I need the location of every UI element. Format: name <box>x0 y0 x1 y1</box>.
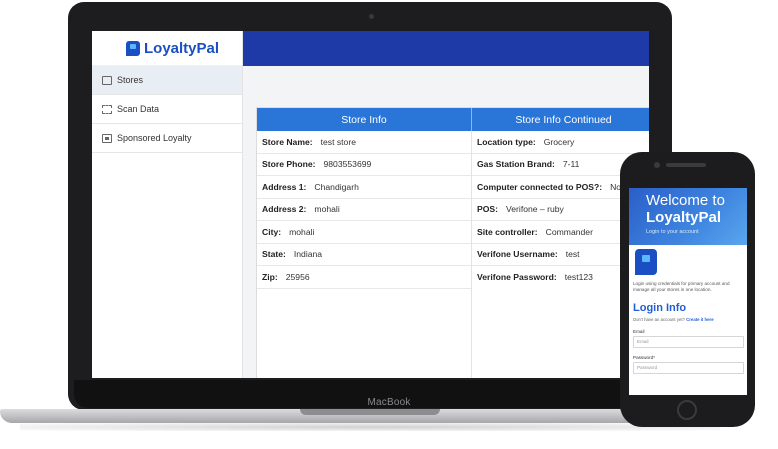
header-store-info: Store Info <box>257 108 472 131</box>
phone-screen: Welcome to LoyaltyPal Login to your acco… <box>629 188 747 395</box>
field-value: 9803553699 <box>323 159 372 170</box>
table-viewport: Store Info Store Info Continued Store Na… <box>92 31 649 378</box>
table-spacer <box>257 289 471 379</box>
field-value: Verifone – ruby <box>506 204 564 215</box>
password-label: Password* <box>633 355 655 360</box>
field-label: Address 2: <box>262 204 307 215</box>
table-row: City: mohali <box>257 221 471 244</box>
laptop-shadow <box>20 423 720 431</box>
field-value: test123 <box>564 272 593 283</box>
table-row: Store Phone: 9803553699 <box>257 154 471 176</box>
phone-speaker <box>666 163 706 167</box>
table-row: Address 2: mohali <box>257 199 471 221</box>
field-label: Address 1: <box>262 181 307 192</box>
field-value: Chandigarh <box>314 181 359 192</box>
email-label: Email <box>633 329 645 334</box>
field-label: Location type: <box>477 136 536 147</box>
field-label: Verifone Username: <box>477 249 558 260</box>
field-value: test <box>565 249 580 260</box>
header-store-info-continued: Store Info Continued <box>515 113 612 126</box>
table-body: Store Name: test store Store Phone: 980355… <box>257 131 649 378</box>
field-label: Site controller: <box>477 226 538 237</box>
field-label: State: <box>262 249 286 260</box>
field-value: mohali <box>289 226 315 237</box>
welcome-hero: Welcome to LoyaltyPal Login to your acco… <box>629 188 747 245</box>
field-label: Computer connected to POS?: <box>477 181 603 192</box>
laptop-camera <box>369 14 374 19</box>
field-value: Commander <box>545 226 593 237</box>
table-header: Store Info Store Info Continued <box>257 108 649 131</box>
field-label: Verifone Password: <box>477 272 557 283</box>
loyaltypal-logo-icon <box>635 249 657 275</box>
password-field[interactable]: Password <box>633 362 744 374</box>
welcome-heading: Welcome to <box>646 192 725 209</box>
table-row: Location type: Grocery <box>472 131 649 154</box>
login-title: Login Info <box>633 302 687 314</box>
field-value: test store <box>320 136 356 147</box>
email-field[interactable]: Email <box>633 336 744 348</box>
table-row: Zip: 25956 <box>257 266 471 289</box>
field-value: 25956 <box>285 271 310 282</box>
field-label: Zip: <box>262 271 278 282</box>
field-label: City: <box>262 226 282 237</box>
no-account-text: Don't have an account yet? <box>633 317 685 322</box>
login-description: Login using credentials for primary acco… <box>633 281 730 292</box>
phone-camera <box>654 162 660 168</box>
field-value: Grocery <box>543 136 575 147</box>
field-label: POS: <box>477 204 499 215</box>
laptop-notch <box>300 409 440 415</box>
welcome-brand: LoyaltyPal <box>646 209 722 226</box>
field-value: 7-11 <box>562 159 580 170</box>
device-mockup-stage: MacBook LoyaltyPal Stores Scan Data Spon… <box>0 0 778 449</box>
table-row: Address 1: Chandigarh <box>257 176 471 199</box>
table-row: Store Name: test store <box>257 131 471 154</box>
field-value: mohali <box>314 204 340 215</box>
store-info-table: Store Info Store Info Continued Store Na… <box>256 107 649 378</box>
field-value: Indiana <box>293 249 323 260</box>
store-info-column: Store Name: test store Store Phone: 980355… <box>257 131 472 378</box>
create-account-link[interactable]: Create it here <box>686 317 713 322</box>
signup-prompt: Don't have an account yet? Create it her… <box>629 314 747 322</box>
hero-subtitle: Login to your account <box>646 229 699 235</box>
field-label: Gas Station Brand: <box>477 159 555 170</box>
field-label: Store Phone: <box>262 159 316 170</box>
table-row: State: Indiana <box>257 244 471 266</box>
field-label: Store Name: <box>262 136 313 147</box>
phone-home-button[interactable] <box>677 400 697 420</box>
